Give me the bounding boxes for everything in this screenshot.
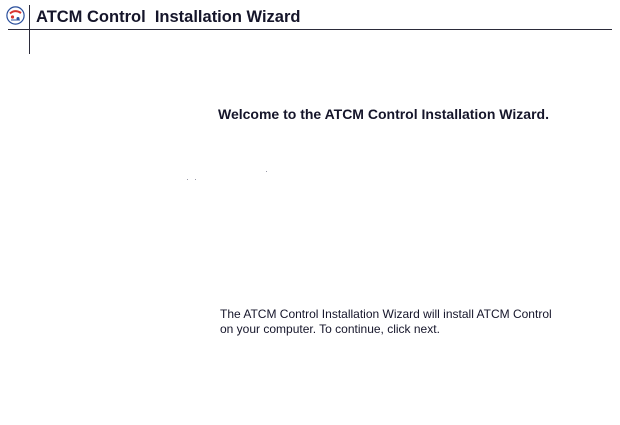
wizard-description: The ATCM Control Installation Wizard wil…	[220, 307, 580, 337]
header-horizontal-divider	[8, 29, 612, 30]
atcm-logo-icon	[6, 6, 25, 25]
decorative-speck	[266, 171, 267, 172]
window-title: ATCM Control Installation Wizard	[36, 8, 301, 26]
welcome-heading: Welcome to the ATCM Control Installation…	[218, 106, 549, 122]
decorative-speck	[187, 179, 188, 180]
description-line: The ATCM Control Installation Wizard wil…	[220, 307, 552, 321]
description-line: on your computer. To continue, click nex…	[220, 322, 440, 336]
wizard-header: ATCM Control Installation Wizard	[0, 0, 620, 30]
decorative-speck	[195, 179, 196, 180]
